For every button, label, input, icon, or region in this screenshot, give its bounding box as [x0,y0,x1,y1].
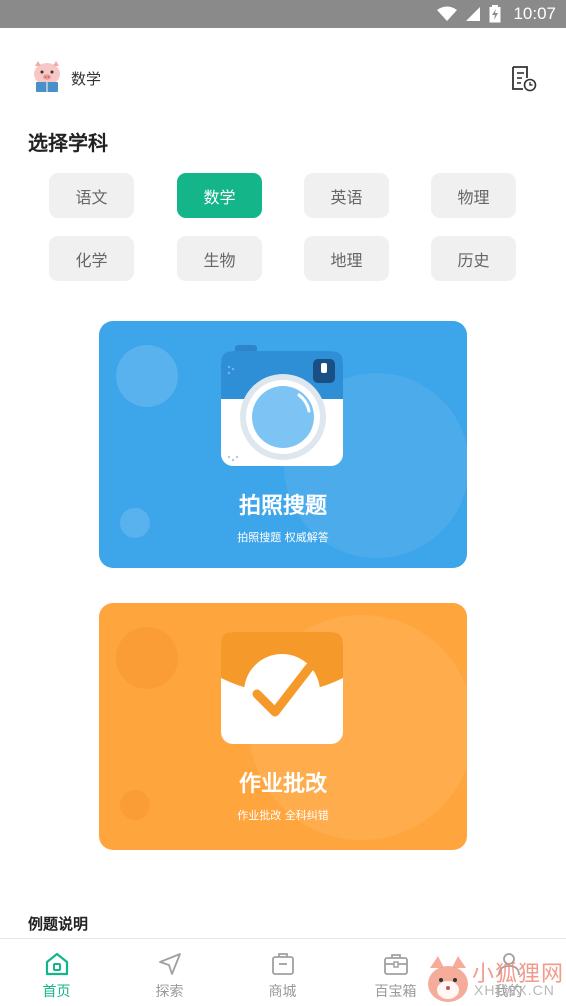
status-bar: 10:07 [0,0,566,28]
subject-chip-english[interactable]: 英语 [304,173,389,218]
status-time: 10:07 [513,4,556,23]
decor-circle [116,345,178,407]
section-title: 选择学科 [28,131,108,155]
nav-item-home[interactable]: 首页 [0,939,113,1006]
nav-item-explore[interactable]: 探索 [113,939,226,1006]
homework-check-card[interactable]: 作业批改 作业批改 全科纠错 [99,603,467,850]
current-subject: 数学 [71,70,102,88]
subject-chip-chemistry[interactable]: 化学 [49,236,134,281]
subject-chip-history[interactable]: 历史 [431,236,516,281]
navigation-icon [159,953,181,975]
signal-icon [466,7,481,21]
home-icon [45,952,69,976]
nav-label: 商城 [268,984,297,1000]
nav-item-shop[interactable]: 商城 [226,939,339,1006]
nav-label: 探索 [155,984,184,1000]
subject-chip-chinese[interactable]: 语文 [49,173,134,218]
watermark-url: XHLWX.CN [474,982,555,998]
homework-check-title: 作业批改 [238,772,327,797]
checkmark-icon [221,632,343,744]
document-clock-icon[interactable] [508,64,538,94]
photo-search-card[interactable]: 拍照搜题 拍照搜题 权威解答 [99,321,467,568]
example-title: 例题说明 [28,915,89,933]
toolbox-icon [384,954,408,975]
camera-icon [221,345,343,466]
wifi-icon [437,6,458,21]
photo-search-subtitle: 拍照搜题 权威解答 [237,531,329,544]
subject-chip-physics[interactable]: 物理 [431,173,516,218]
subject-chip-biology[interactable]: 生物 [177,236,262,281]
nav-item-toolbox[interactable]: 百宝箱 [339,939,452,1006]
decor-circle [116,627,178,689]
nav-label: 百宝箱 [374,984,417,1000]
photo-search-title: 拍照搜题 [238,494,327,519]
shop-icon [272,953,294,975]
nav-label: 首页 [42,984,71,1000]
battery-icon [489,5,501,23]
pig-avatar[interactable] [30,60,64,94]
subject-chip-math[interactable]: 数学 [177,173,262,218]
homework-check-subtitle: 作业批改 全科纠错 [237,809,329,822]
header: 数学 [0,28,566,124]
subject-chip-geography[interactable]: 地理 [304,236,389,281]
